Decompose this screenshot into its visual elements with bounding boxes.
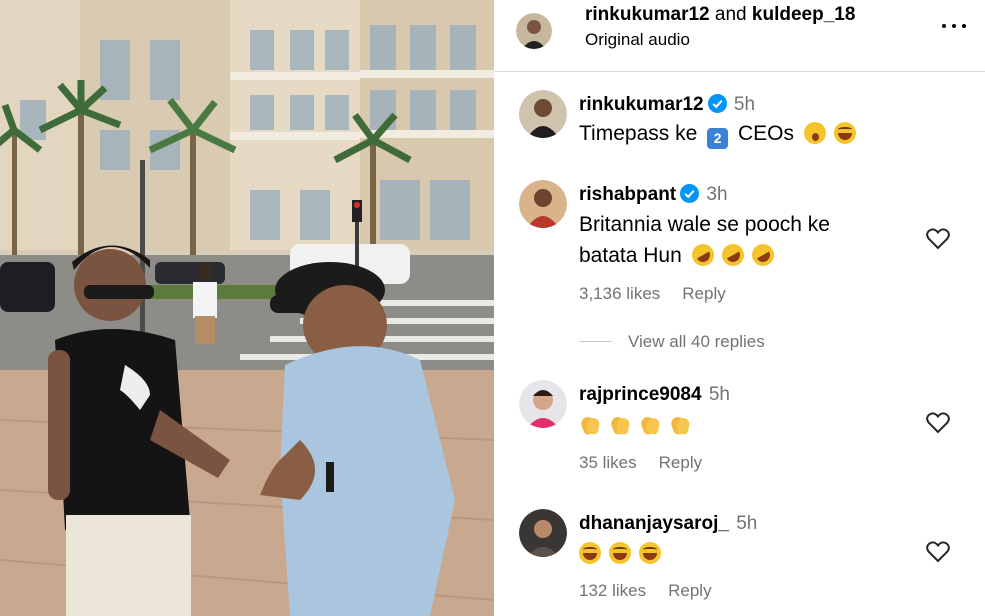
- comment-text: Britannia wale se pooch ke batata Hun: [579, 209, 830, 271]
- like-heart-icon[interactable]: [926, 228, 950, 250]
- like-heart-icon[interactable]: [926, 541, 950, 563]
- reply-button[interactable]: Reply: [682, 284, 725, 303]
- like-heart-icon[interactable]: [926, 412, 950, 434]
- author-1-link[interactable]: rinkukumar12: [585, 4, 710, 25]
- rolling-on-floor-laughing-emoji: [717, 239, 748, 271]
- comment-header: dhananjaysaroj_ 5h: [579, 513, 757, 535]
- rolling-on-floor-laughing-emoji: [747, 239, 778, 271]
- keycap-digit-emoji: 2: [707, 128, 729, 149]
- comment-meta: 132 likes Reply: [579, 581, 712, 601]
- comment-time: 5h: [708, 384, 730, 405]
- clapping-hands-emoji: [669, 414, 691, 436]
- view-replies-button[interactable]: View all 40 replies: [579, 332, 765, 352]
- comment-meta: 35 likes Reply: [579, 453, 702, 473]
- reply-button[interactable]: Reply: [659, 453, 702, 472]
- laughing-face-emoji: [833, 122, 856, 144]
- clapping-hands-emoji: [609, 414, 631, 436]
- commenter-avatar[interactable]: [519, 90, 567, 138]
- comment-time: 5h: [736, 513, 758, 534]
- author-2-link[interactable]: kuldeep_18: [752, 4, 856, 25]
- commenter-avatar[interactable]: [519, 380, 567, 428]
- rolling-on-floor-laughing-emoji: [687, 239, 718, 271]
- comment-username[interactable]: dhananjaysaroj_: [579, 513, 729, 534]
- comments-panel: rinkukumar12 and kuldeep_18 Original aud…: [494, 0, 985, 616]
- replies-divider: [579, 341, 612, 342]
- comment-username[interactable]: rinkukumar12: [579, 94, 704, 115]
- reel-video[interactable]: [0, 0, 494, 616]
- video-frame-illustration: [0, 0, 494, 616]
- likes-count[interactable]: 35 likes: [579, 453, 637, 472]
- comment-text: [579, 538, 665, 569]
- commenter-avatar[interactable]: [519, 180, 567, 228]
- comment-text-line-1: Britannia wale se pooch ke: [579, 213, 830, 236]
- view-replies-label: View all 40 replies: [628, 332, 765, 351]
- comment-header: rishabpant 3h: [579, 184, 728, 206]
- clapping-hands-emoji: [639, 414, 661, 436]
- comment-meta: 3,136 likes Reply: [579, 284, 726, 304]
- post-header: rinkukumar12 and kuldeep_18 Original aud…: [494, 0, 985, 72]
- comment-text: Timepass ke 2 CEOs: [579, 118, 860, 149]
- laughing-face-emoji: [609, 542, 631, 564]
- comment-header: rajprince9084 5h: [579, 384, 730, 406]
- laughing-face-emoji: [579, 542, 601, 564]
- comment-time: 5h: [733, 94, 756, 115]
- laughing-face-emoji: [639, 542, 661, 564]
- likes-count[interactable]: 132 likes: [579, 581, 646, 600]
- comment-username[interactable]: rajprince9084: [579, 384, 702, 405]
- comment-text-line-2: batata Hun: [579, 239, 830, 271]
- likes-count[interactable]: 3,136 likes: [579, 284, 660, 303]
- face-with-open-mouth-emoji: [803, 122, 826, 144]
- comment-time: 3h: [706, 184, 728, 205]
- original-audio-link[interactable]: Original audio: [585, 30, 690, 50]
- verified-badge-icon: [680, 184, 700, 203]
- post-authors: rinkukumar12 and kuldeep_18: [585, 4, 855, 26]
- comment-text: [579, 410, 695, 441]
- verified-badge-icon: [707, 94, 727, 113]
- reply-button[interactable]: Reply: [668, 581, 711, 600]
- comment-header: rinkukumar12 5h: [579, 94, 755, 116]
- comment-text-prefix: Timepass ke: [579, 122, 698, 145]
- comment-text-line-2-words: batata Hun: [579, 244, 682, 267]
- comment-username[interactable]: rishabpant: [579, 184, 676, 205]
- more-horizontal-icon[interactable]: [940, 12, 968, 40]
- author-avatar[interactable]: [516, 13, 552, 49]
- comment-text-suffix: CEOs: [737, 122, 794, 145]
- authors-joiner: and: [714, 4, 747, 25]
- clapping-hands-emoji: [579, 414, 601, 436]
- commenter-avatar[interactable]: [519, 509, 567, 557]
